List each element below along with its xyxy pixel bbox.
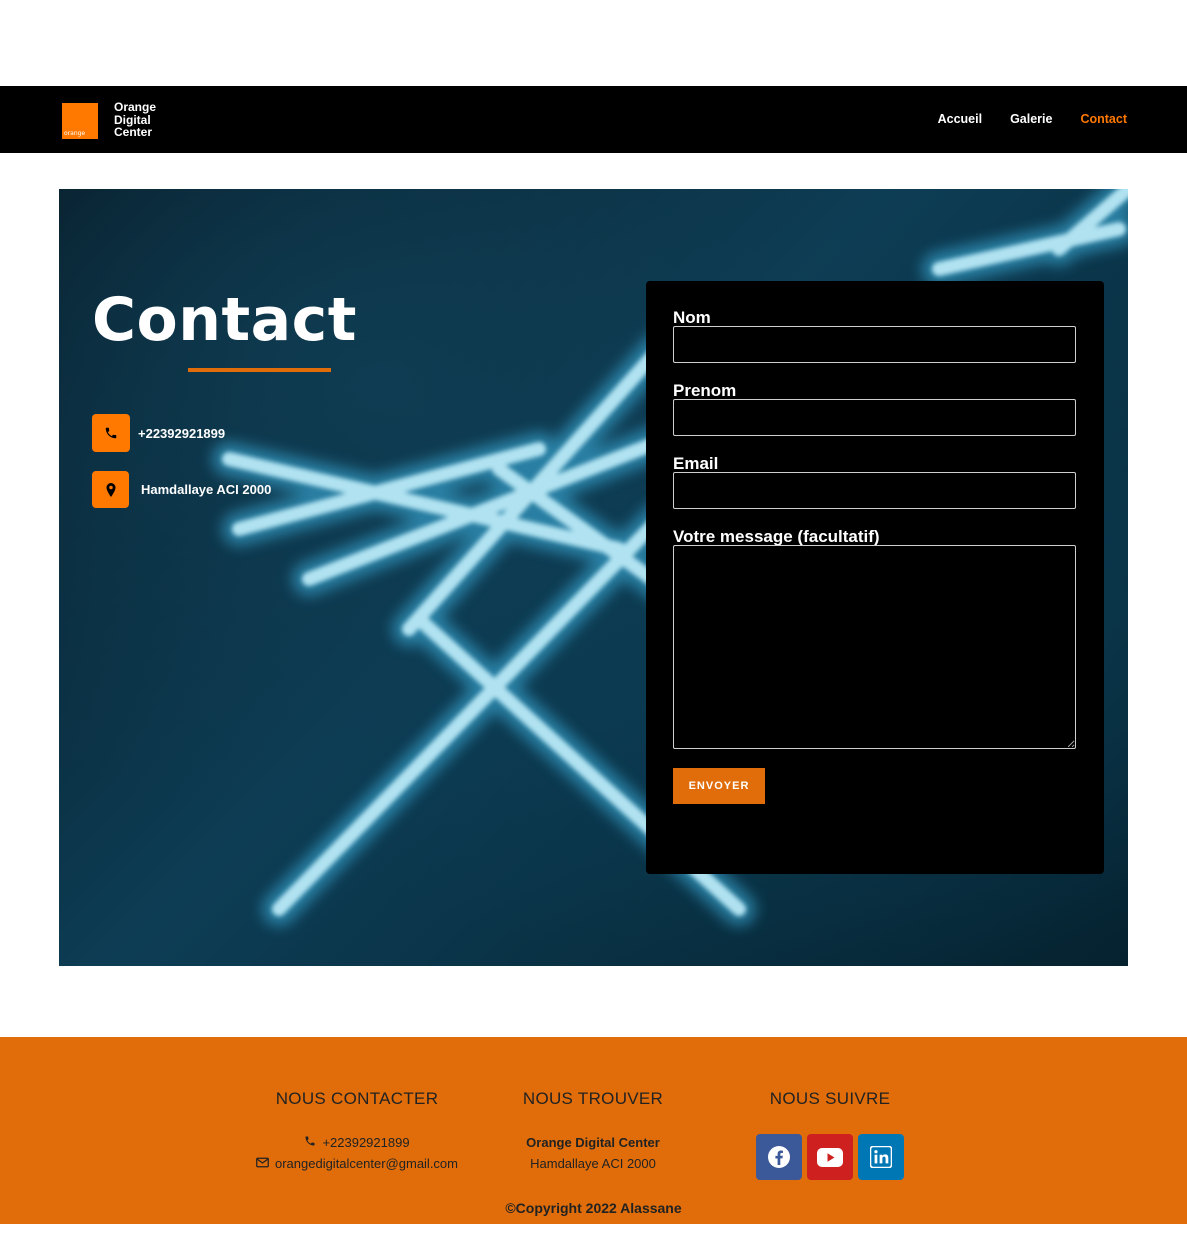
top-navbar: orange Orange Digital Center Accueil Gal… bbox=[0, 86, 1187, 153]
email-label: Email bbox=[673, 454, 719, 473]
footer-contact-heading: NOUS CONTACTER bbox=[275, 1089, 439, 1108]
brand-name[interactable]: Orange Digital Center bbox=[114, 101, 156, 139]
footer-follow-heading: NOUS SUIVRE bbox=[769, 1089, 891, 1108]
copyright-text: ©Copyright 2022 Alassane bbox=[505, 1200, 682, 1216]
nav-accueil[interactable]: Accueil bbox=[938, 112, 982, 126]
contact-form: Nom Prenom Email Votre message (facultat… bbox=[646, 281, 1104, 874]
hero-address-text: Hamdallaye ACI 2000 bbox=[141, 482, 272, 497]
brand-logo[interactable]: orange bbox=[62, 103, 98, 139]
location-pin-icon bbox=[92, 471, 129, 508]
social-links bbox=[740, 1134, 920, 1180]
phone-icon bbox=[304, 1135, 316, 1150]
footer-phone-line: +22392921899 bbox=[236, 1135, 478, 1150]
nav-contact[interactable]: Contact bbox=[1080, 112, 1127, 126]
footer-email-line: orangedigitalcenter@gmail.com bbox=[236, 1156, 478, 1171]
footer-email-link[interactable]: orangedigitalcenter@gmail.com bbox=[275, 1156, 458, 1171]
contact-address-item: Hamdallaye ACI 2000 bbox=[92, 471, 271, 508]
footer-find-heading: NOUS TROUVER bbox=[522, 1089, 664, 1108]
firstname-input[interactable] bbox=[673, 399, 1076, 436]
firstname-label: Prenom bbox=[673, 381, 737, 400]
facebook-icon[interactable] bbox=[756, 1134, 802, 1180]
name-input[interactable] bbox=[673, 326, 1076, 363]
envelope-icon bbox=[256, 1156, 269, 1171]
main-nav: Accueil Galerie Contact bbox=[938, 112, 1127, 126]
message-textarea[interactable] bbox=[673, 545, 1076, 749]
page-title: Contact bbox=[92, 285, 357, 355]
linkedin-icon[interactable] bbox=[858, 1134, 904, 1180]
footer-find-column: NOUS TROUVER Orange Digital Center Hamda… bbox=[500, 1089, 686, 1171]
contact-phone-item: +22392921899 bbox=[92, 414, 225, 452]
brand-line-3: Center bbox=[114, 125, 153, 139]
message-label: Votre message (facultatif) bbox=[673, 527, 880, 546]
send-button[interactable]: ENVOYER bbox=[673, 768, 765, 804]
site-footer: NOUS CONTACTER +22392921899 orangedigita… bbox=[0, 1037, 1187, 1224]
email-input[interactable] bbox=[673, 472, 1076, 509]
nav-galerie[interactable]: Galerie bbox=[1010, 112, 1052, 126]
hero-phone-text: +22392921899 bbox=[138, 425, 226, 441]
brand-line-1: Orange bbox=[114, 100, 157, 114]
footer-find-line-2: Hamdallaye ACI 2000 bbox=[530, 1156, 656, 1171]
footer-find-line-1: Orange Digital Center bbox=[526, 1135, 660, 1150]
name-label: Nom bbox=[673, 308, 711, 327]
phone-icon bbox=[92, 414, 130, 452]
youtube-icon[interactable] bbox=[807, 1134, 853, 1180]
footer-phone-text: +22392921899 bbox=[322, 1135, 410, 1150]
footer-follow-column: NOUS SUIVRE bbox=[740, 1089, 920, 1180]
logo-small-text: orange bbox=[64, 130, 86, 137]
footer-contact-column: NOUS CONTACTER +22392921899 orangedigita… bbox=[236, 1089, 478, 1171]
title-underline bbox=[188, 368, 331, 372]
